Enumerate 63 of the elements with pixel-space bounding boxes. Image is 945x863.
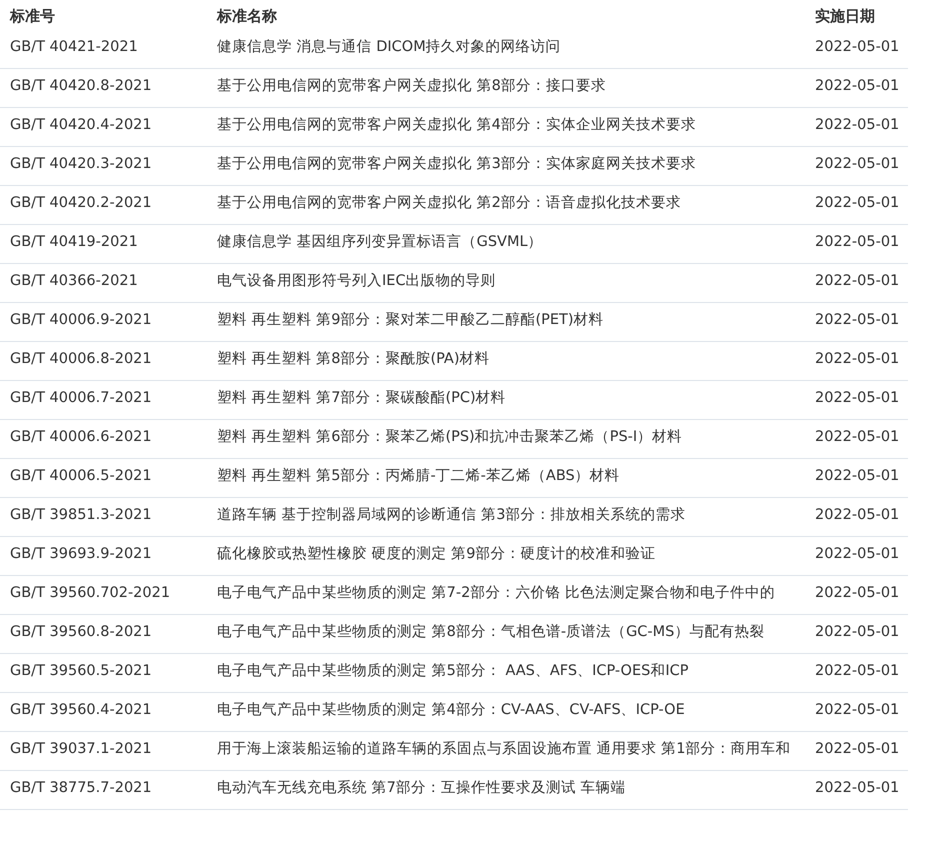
column-header: 标准名称 <box>216 6 278 27</box>
standard-number-cell: GB/T 38775.7-2021 <box>0 771 207 810</box>
standard-number-cell: GB/T 39560.8-2021 <box>0 615 207 654</box>
standard-name-cell: 硫化橡胶或热塑性橡胶 硬度的测定 第9部分：硬度计的校准和验证 <box>207 537 805 576</box>
effective-date-cell: 2022-05-01 <box>805 225 908 264</box>
effective-date-cell: 2022-05-01 <box>805 576 908 615</box>
standard-number-cell: GB/T 40366-2021 <box>0 264 207 303</box>
standard-name-cell: 塑料 再生塑料 第5部分：丙烯腈-丁二烯-苯乙烯（ABS）材料 <box>207 459 805 498</box>
standard-name-cell: 塑料 再生塑料 第6部分：聚苯乙烯(PS)和抗冲击聚苯乙烯（PS-I）材料 <box>207 420 805 459</box>
column-header: 实施日期 <box>814 6 876 27</box>
effective-date-cell: 2022-05-01 <box>805 693 908 732</box>
standard-name-cell: 基于公用电信网的宽带客户网关虚拟化 第3部分：实体家庭网关技术要求 <box>207 147 805 186</box>
standard-name-cell: 电子电气产品中某些物质的测定 第5部分： AAS、AFS、ICP-OES和ICP <box>207 654 805 693</box>
effective-date-cell: 2022-05-01 <box>805 420 908 459</box>
effective-date-cell: 2022-05-01 <box>805 303 908 342</box>
standard-name-cell: 电子电气产品中某些物质的测定 第7-2部分：六价铬 比色法测定聚合物和电子件中的 <box>207 576 805 615</box>
standard-name-cell: 基于公用电信网的宽带客户网关虚拟化 第8部分：接口要求 <box>207 69 805 108</box>
standard-name-cell: 电气设备用图形符号列入IEC出版物的导则 <box>207 264 805 303</box>
standard-number-cell: GB/T 40006.6-2021 <box>0 420 207 459</box>
standard-number-cell: GB/T 39560.702-2021 <box>0 576 207 615</box>
standard-number-cell: GB/T 40420.8-2021 <box>0 69 207 108</box>
standard-name-cell: 塑料 再生塑料 第9部分：聚对苯二甲酸乙二醇酯(PET)材料 <box>207 303 805 342</box>
effective-date-cell: 2022-05-01 <box>805 459 908 498</box>
standard-number-cell: GB/T 39560.4-2021 <box>0 693 207 732</box>
effective-date-cell: 2022-05-01 <box>805 771 908 810</box>
standard-name-cell: 基于公用电信网的宽带客户网关虚拟化 第2部分：语音虚拟化技术要求 <box>207 186 805 225</box>
effective-date-cell: 2022-05-01 <box>805 30 908 69</box>
standard-number-cell: GB/T 40420.3-2021 <box>0 147 207 186</box>
standard-name-cell: 塑料 再生塑料 第7部分：聚碳酸酯(PC)材料 <box>207 381 805 420</box>
standard-number-cell: GB/T 39037.1-2021 <box>0 732 207 771</box>
standard-number-cell: GB/T 39693.9-2021 <box>0 537 207 576</box>
standard-name-cell: 电子电气产品中某些物质的测定 第8部分：气相色谱-质谱法（GC-MS）与配有热裂 <box>207 615 805 654</box>
standard-name-cell: 用于海上滚装船运输的道路车辆的系固点与系固设施布置 通用要求 第1部分：商用车和 <box>207 732 805 771</box>
effective-date-cell: 2022-05-01 <box>805 732 908 771</box>
effective-date-cell: 2022-05-01 <box>805 264 908 303</box>
standard-name-cell: 塑料 再生塑料 第8部分：聚酰胺(PA)材料 <box>207 342 805 381</box>
standard-name-cell: 道路车辆 基于控制器局域网的诊断通信 第3部分：排放相关系统的需求 <box>207 498 805 537</box>
standard-name-cell: 健康信息学 基因组序列变异置标语言（GSVML） <box>207 225 805 264</box>
standard-name-cell: 基于公用电信网的宽带客户网关虚拟化 第4部分：实体企业网关技术要求 <box>207 108 805 147</box>
standard-number-cell: GB/T 39560.5-2021 <box>0 654 207 693</box>
standard-number-cell: GB/T 40419-2021 <box>0 225 207 264</box>
effective-date-cell: 2022-05-01 <box>805 615 908 654</box>
standard-number-cell: GB/T 40006.9-2021 <box>0 303 207 342</box>
standard-name-cell: 电子电气产品中某些物质的测定 第4部分：CV-AAS、CV-AFS、ICP-OE <box>207 693 805 732</box>
effective-date-cell: 2022-05-01 <box>805 186 908 225</box>
standard-number-cell: GB/T 39851.3-2021 <box>0 498 207 537</box>
column-header: 标准号 <box>8 6 56 27</box>
effective-date-cell: 2022-05-01 <box>805 69 908 108</box>
effective-date-cell: 2022-05-01 <box>805 108 908 147</box>
standard-number-cell: GB/T 40006.8-2021 <box>0 342 207 381</box>
standard-number-cell: GB/T 40006.5-2021 <box>0 459 207 498</box>
effective-date-cell: 2022-05-01 <box>805 537 908 576</box>
effective-date-cell: 2022-05-01 <box>805 381 908 420</box>
effective-date-cell: 2022-05-01 <box>805 147 908 186</box>
standard-number-cell: GB/T 40420.4-2021 <box>0 108 207 147</box>
standard-number-cell: GB/T 40420.2-2021 <box>0 186 207 225</box>
standard-number-cell: GB/T 40421-2021 <box>0 30 207 69</box>
effective-date-cell: 2022-05-01 <box>805 654 908 693</box>
effective-date-cell: 2022-05-01 <box>805 342 908 381</box>
standard-name-cell: 健康信息学 消息与通信 DICOM持久对象的网络访问 <box>207 30 805 69</box>
effective-date-cell: 2022-05-01 <box>805 498 908 537</box>
standard-name-cell: 电动汽车无线充电系统 第7部分：互操作性要求及测试 车辆端 <box>207 771 805 810</box>
standard-number-cell: GB/T 40006.7-2021 <box>0 381 207 420</box>
